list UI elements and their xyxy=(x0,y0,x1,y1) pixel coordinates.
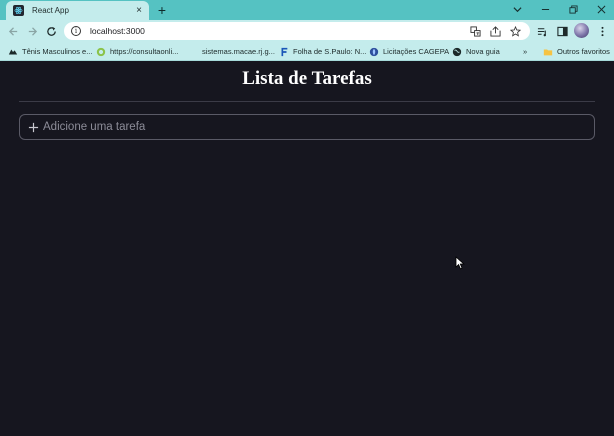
close-icon xyxy=(597,5,605,13)
site-info-icon[interactable]: i xyxy=(71,26,81,36)
tab-search-button[interactable] xyxy=(504,0,530,18)
arrow-right-icon xyxy=(28,26,37,36)
folha-icon xyxy=(279,47,289,57)
tab-title: React App xyxy=(32,6,69,15)
side-panel-button[interactable] xyxy=(555,24,569,38)
consulta-icon xyxy=(96,47,106,57)
bookmarks-overflow-button[interactable]: » xyxy=(523,45,527,58)
browser-toolbar: i localhost:3000 xyxy=(0,20,614,42)
browser-tab-strip: React App × + xyxy=(0,0,614,20)
minimize-icon xyxy=(541,8,549,10)
bookmarks-bar: Tênis Masculinos e... https://consultaon… xyxy=(0,42,614,61)
other-bookmarks-folder[interactable]: Outros favoritos xyxy=(543,45,610,58)
minimize-button[interactable] xyxy=(532,0,558,18)
reload-icon xyxy=(46,26,56,36)
mouse-pointer-icon xyxy=(455,256,465,270)
bookmark-nova-guia[interactable]: Nova guia xyxy=(452,45,500,58)
star-icon[interactable] xyxy=(510,25,521,37)
translate-icon[interactable] xyxy=(470,25,481,37)
window-close-button[interactable] xyxy=(588,0,614,18)
add-task-input[interactable] xyxy=(43,121,563,133)
bookmark-folha[interactable]: Folha de S.Paulo: N... xyxy=(279,45,366,58)
folder-icon xyxy=(543,47,553,57)
header-divider xyxy=(19,101,595,102)
react-icon xyxy=(13,5,24,16)
browser-tab[interactable]: React App × xyxy=(6,1,149,20)
cagepa-icon xyxy=(369,47,379,57)
browser-menu-button[interactable] xyxy=(595,24,609,38)
back-button[interactable] xyxy=(6,24,20,38)
chevron-down-icon xyxy=(512,6,522,12)
more-vertical-icon xyxy=(600,26,604,36)
bookmark-tenis[interactable]: Tênis Masculinos e... xyxy=(8,45,92,58)
bookmark-cagepa[interactable]: Licitações CAGEPA xyxy=(369,45,449,58)
share-icon[interactable] xyxy=(490,25,501,37)
shoe-icon xyxy=(8,47,18,57)
globe-icon xyxy=(452,47,462,57)
arrow-left-icon xyxy=(8,26,17,36)
add-task-field[interactable] xyxy=(19,114,595,140)
restore-button[interactable] xyxy=(560,0,586,18)
side-panel-icon xyxy=(556,26,568,36)
plus-icon xyxy=(28,122,39,133)
new-tab-button[interactable]: + xyxy=(155,2,169,18)
address-bar[interactable]: i localhost:3000 xyxy=(64,22,530,40)
playlist-icon xyxy=(537,27,546,36)
profile-avatar[interactable] xyxy=(574,23,589,38)
bookmark-consulta[interactable]: https://consultaonli... xyxy=(96,45,178,58)
restore-icon xyxy=(568,4,578,14)
media-controls-button[interactable] xyxy=(535,24,549,38)
page-title: Lista de Tarefas xyxy=(242,68,372,89)
address-url[interactable]: localhost:3000 xyxy=(90,26,470,36)
forward-button[interactable] xyxy=(25,24,39,38)
reload-button[interactable] xyxy=(44,24,58,38)
app-page: Lista de Tarefas xyxy=(0,62,614,436)
bookmark-sistemas-macae[interactable]: sistemas.macae.rj.g... xyxy=(202,45,275,58)
tab-close-button[interactable]: × xyxy=(133,5,145,17)
